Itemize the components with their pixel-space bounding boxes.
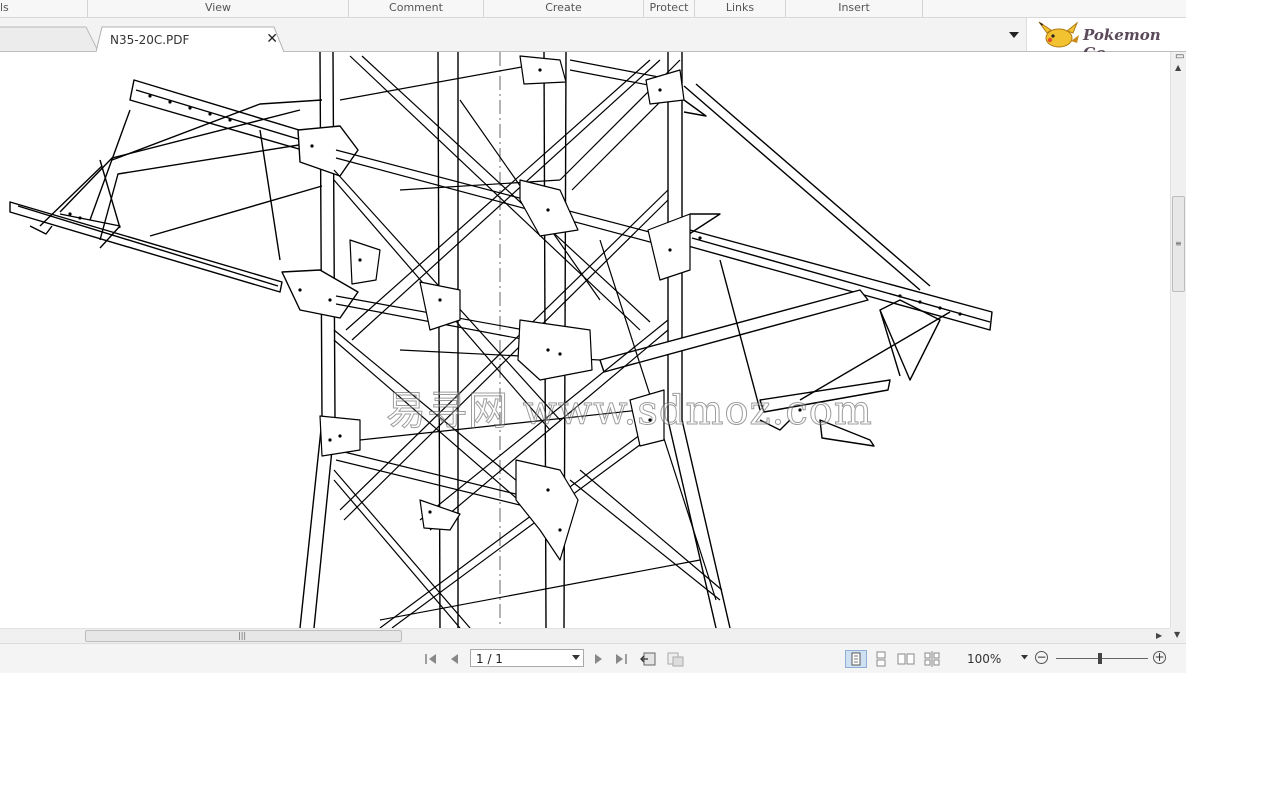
zoom-in-icon[interactable]: + [1153,650,1166,664]
document-tab-row: N35-20C.PDF ✕ Pokemon Go [0,18,1187,62]
horizontal-scroll-thumb[interactable]: ||| [85,630,402,642]
page-dropdown-icon[interactable] [572,655,580,661]
vertical-scrollbar[interactable]: ▭ ▲ ≡ [1170,51,1186,628]
close-icon[interactable]: ✕ [266,31,278,47]
horizontal-scrollbar[interactable]: ||| ▶ [0,628,1170,643]
left-cross-arm [9,79,359,319]
menu-view[interactable]: View [88,0,349,17]
previous-page-icon[interactable] [446,651,464,667]
continuous-icon[interactable] [872,651,890,667]
menu-insert[interactable]: Insert [786,0,923,17]
tab-shape [0,26,99,51]
next-page-icon[interactable] [589,651,607,667]
page-number-field[interactable]: 1 / 1 [470,649,584,667]
tower-bracing [319,55,723,628]
first-page-icon[interactable] [422,651,440,667]
tab-active-document[interactable]: N35-20C.PDF ✕ [96,26,286,52]
page-indicator: 1 / 1 [476,652,503,666]
menu-protect[interactable]: Protect [644,0,695,17]
menu-create[interactable]: Create [484,0,644,17]
ribbon-menu-bar: ls View Comment Create Protect Links Ins… [0,0,1186,18]
scroll-top-marker-icon: ▭ [1175,51,1185,62]
facing-icon[interactable] [897,651,915,667]
document-viewport[interactable]: 易寻网 www.sdmoz.com [0,52,1170,628]
scrollbar-corner: ▼ [1170,628,1186,643]
brand-banner[interactable]: Pokemon Go [1026,18,1187,62]
scroll-right-arrow-icon[interactable]: ▶ [1156,631,1162,640]
continuous-facing-icon[interactable] [923,651,941,667]
zoom-dropdown-icon[interactable] [1021,655,1028,660]
tab-previous-document[interactable] [0,26,100,51]
watermark-text: 易寻网 www.sdmoz.com [386,388,873,435]
grip-icon: ≡ [1175,239,1182,248]
menu-links[interactable]: Links [695,0,786,17]
zoom-slider-thumb[interactable] [1098,653,1103,664]
status-bar: 1 / 1 100% − + [0,643,1186,673]
single-page-icon[interactable] [845,650,867,668]
menu-comment[interactable]: Comment [349,0,484,17]
grip-icon: ||| [238,631,247,640]
tab-active-label: N35-20C.PDF [110,33,190,47]
pdf-reader-window: ls View Comment Create Protect Links Ins… [0,0,1187,673]
zoom-out-icon[interactable]: − [1035,650,1048,664]
previous-view-icon[interactable] [640,651,658,667]
menu-tools[interactable]: ls [0,0,88,17]
tab-list-dropdown-icon[interactable] [1008,30,1020,40]
last-page-icon[interactable] [612,651,630,667]
scroll-up-arrow-icon[interactable]: ▲ [1175,63,1181,72]
scroll-down-arrow-icon[interactable]: ▼ [1174,630,1180,639]
next-view-icon[interactable] [666,651,684,667]
tower-drawing [9,52,993,628]
pikachu-logo-icon [1038,21,1079,48]
vertical-scroll-thumb[interactable]: ≡ [1172,196,1185,292]
zoom-level[interactable]: 100% [967,652,1001,666]
